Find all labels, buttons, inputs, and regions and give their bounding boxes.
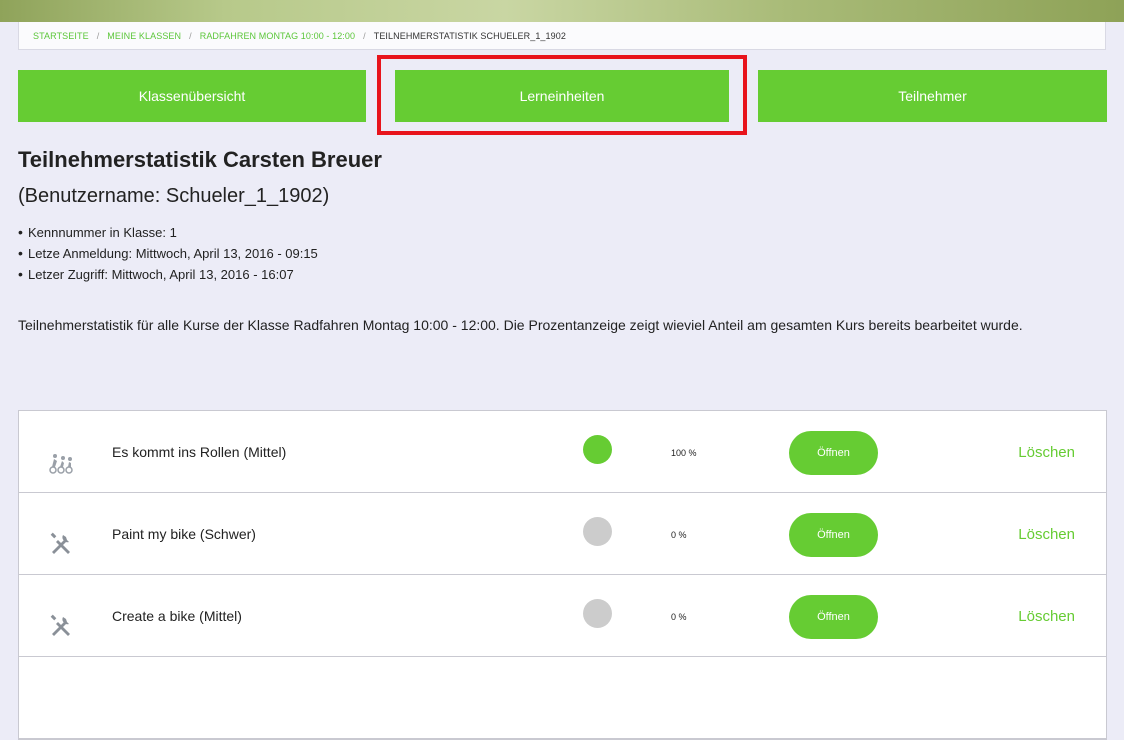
username-subtitle: (Benutzername: Schueler_1_1902) xyxy=(18,185,330,207)
course-table: Es kommt ins Rollen (Mittel) 100 % Öffne… xyxy=(18,410,1107,740)
breadcrumb-separator: / xyxy=(363,31,366,41)
breadcrumb-link-meine-klassen[interactable]: MEINE KLASSEN xyxy=(107,31,181,41)
open-button[interactable]: Öffnen xyxy=(789,595,878,639)
info-last-login: Letze Anmeldung: Mittwoch, April 13, 201… xyxy=(18,243,318,264)
course-name: Es kommt ins Rollen (Mittel) xyxy=(112,444,287,460)
breadcrumb-current: TEILNEHMERSTATISTIK SCHUELER_1_1902 xyxy=(373,31,566,41)
statistics-description: Teilnehmerstatistik für alle Kurse der K… xyxy=(18,317,1023,333)
tab-label: Lerneinheiten xyxy=(519,88,605,104)
tools-icon xyxy=(50,614,70,636)
progress-percent: 0 % xyxy=(671,530,687,540)
open-button-label: Öffnen xyxy=(817,529,850,541)
breadcrumb: STARTSEITE / MEINE KLASSEN / RADFAHREN MONTA… xyxy=(18,22,1106,50)
progress-percent: 100 % xyxy=(671,448,697,458)
breadcrumb-link-startseite[interactable]: STARTSEITE xyxy=(33,31,89,41)
open-button[interactable]: Öffnen xyxy=(789,513,878,557)
info-last-access: Letzer Zugriff: Mittwoch, April 13, 2016… xyxy=(18,264,318,285)
status-indicator xyxy=(583,435,612,464)
status-indicator xyxy=(583,599,612,628)
breadcrumb-separator: / xyxy=(96,31,100,41)
tab-teilnehmer[interactable]: Teilnehmer xyxy=(758,70,1107,122)
breadcrumb-separator: / xyxy=(189,31,192,41)
tab-label: Teilnehmer xyxy=(898,88,967,104)
course-name: Create a bike (Mittel) xyxy=(112,608,242,624)
course-row: Es kommt ins Rollen (Mittel) 100 % Öffne… xyxy=(19,411,1106,493)
course-row xyxy=(19,657,1106,739)
info-class-number: Kennnummer in Klasse: 1 xyxy=(18,222,318,243)
page-title: Teilnehmerstatistik Carsten Breuer xyxy=(18,147,382,172)
course-row: Create a bike (Mittel) 0 % Öffnen Lösche… xyxy=(19,575,1106,657)
cyclists-icon xyxy=(49,454,73,474)
open-button[interactable]: Öffnen xyxy=(789,431,878,475)
tab-label: Klassenübersicht xyxy=(138,88,246,104)
status-indicator xyxy=(583,517,612,546)
course-row: Paint my bike (Schwer) 0 % Öffnen Lösche… xyxy=(19,493,1106,575)
open-button-label: Öffnen xyxy=(817,611,850,623)
delete-link[interactable]: Löschen xyxy=(1018,444,1075,461)
delete-link[interactable]: Löschen xyxy=(1018,526,1075,543)
top-banner-image xyxy=(0,0,1124,22)
progress-percent: 0 % xyxy=(671,612,687,622)
tab-klassenuebersicht[interactable]: Klassenübersicht xyxy=(18,70,366,122)
tab-lerneinheiten[interactable]: Lerneinheiten xyxy=(395,70,729,122)
participant-info-list: Kennnummer in Klasse: 1 Letze Anmeldung:… xyxy=(18,222,318,285)
open-button-label: Öffnen xyxy=(817,447,850,459)
tools-icon xyxy=(50,532,70,554)
delete-link[interactable]: Löschen xyxy=(1018,608,1075,625)
course-name: Paint my bike (Schwer) xyxy=(112,526,256,542)
breadcrumb-link-class[interactable]: RADFAHREN MONTAG 10:00 - 12:00 xyxy=(200,31,355,41)
